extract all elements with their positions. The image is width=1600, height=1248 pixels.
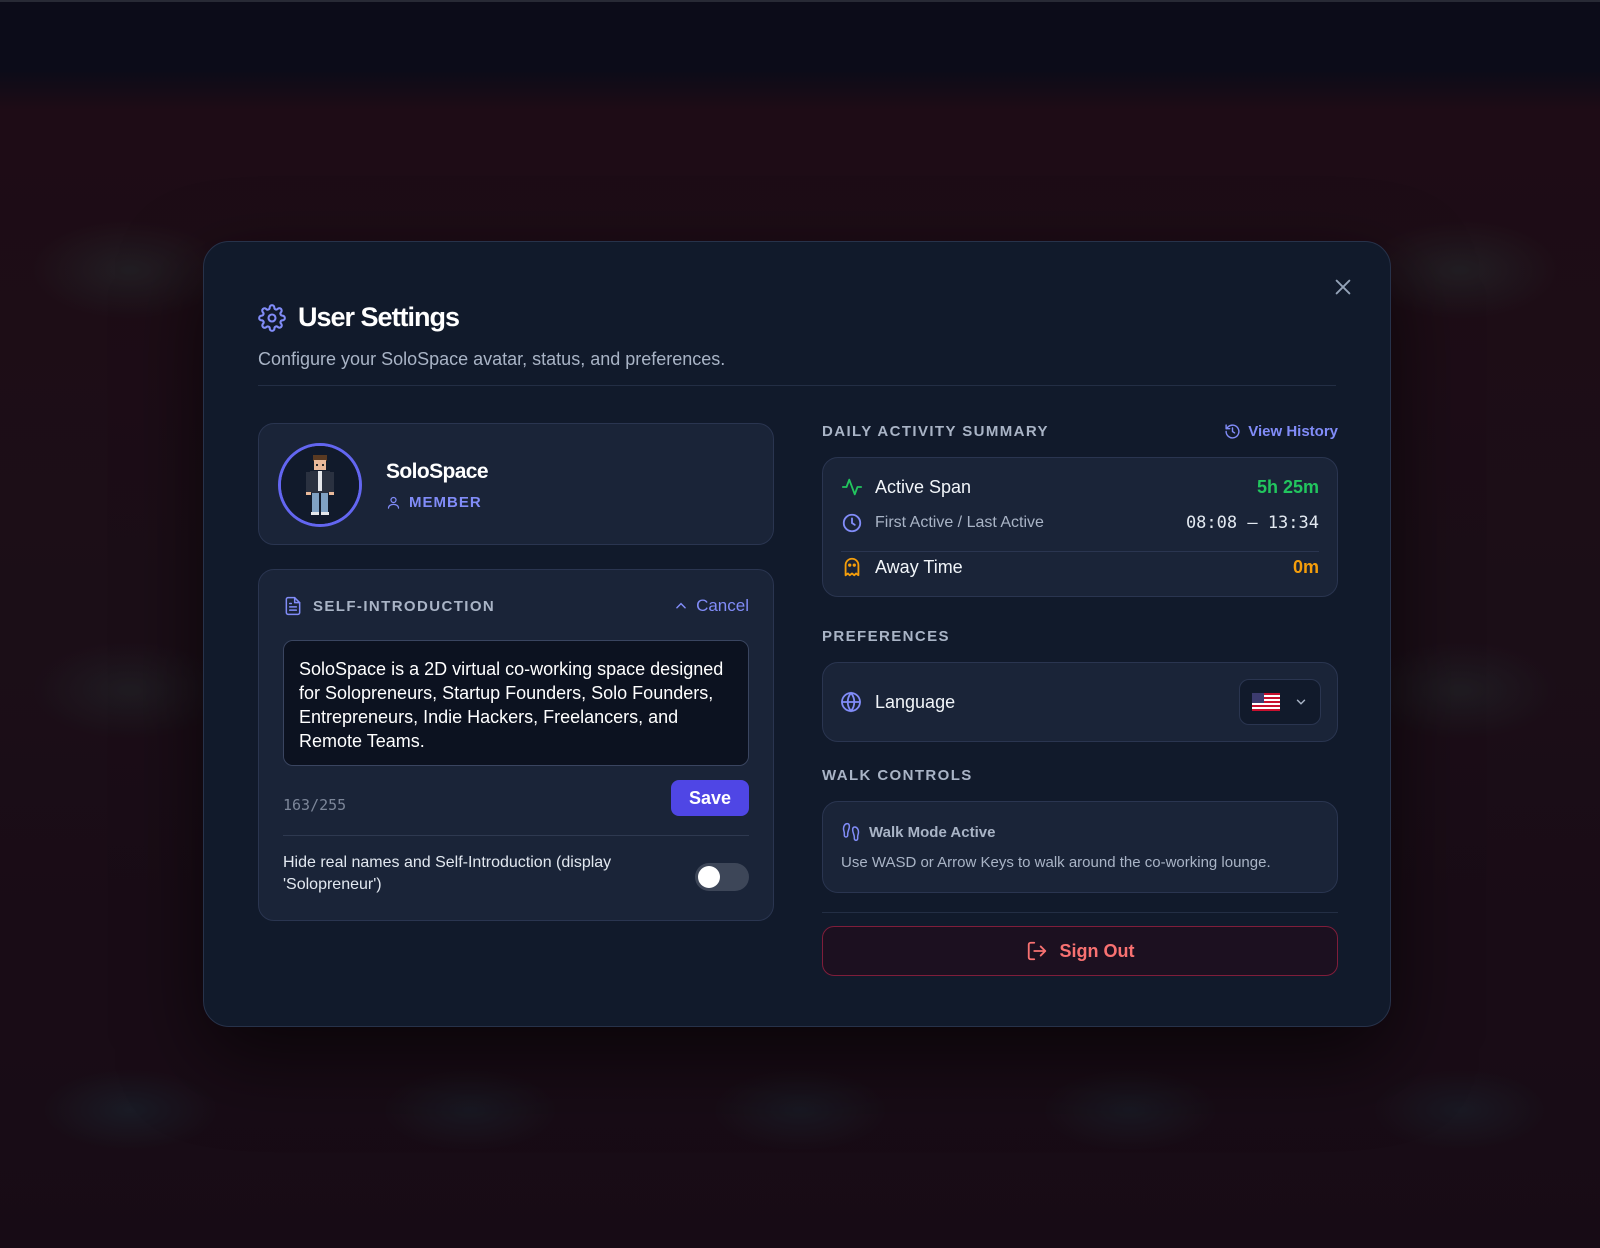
modal-header: User Settings Configure your SoloSpace a…	[258, 302, 1336, 370]
role-label: MEMBER	[409, 494, 482, 511]
self-introduction-card: SELF-INTRODUCTION Cancel 163/255 Save Hi…	[258, 569, 774, 921]
activity-pulse-icon	[841, 478, 863, 496]
close-button[interactable]	[1332, 276, 1354, 298]
walk-controls-label: WALK CONTROLS	[822, 767, 973, 784]
user-settings-modal: User Settings Configure your SoloSpace a…	[203, 241, 1391, 1027]
view-history-label: View History	[1248, 423, 1338, 440]
active-span-value: 5h 25m	[1256, 476, 1319, 497]
view-history-link[interactable]: View History	[1224, 423, 1338, 440]
preferences-card: Language	[822, 662, 1338, 742]
active-span-label: Active Span	[875, 476, 972, 497]
toggle-knob	[698, 866, 720, 888]
gear-icon	[258, 303, 286, 332]
cancel-label: Cancel	[696, 596, 749, 615]
self-introduction-label: SELF-INTRODUCTION	[313, 597, 496, 615]
walk-controls-card: Walk Mode Active Use WASD or Arrow Keys …	[822, 801, 1338, 893]
chevron-up-icon	[676, 602, 686, 609]
close-icon	[1335, 279, 1351, 295]
first-last-active-row: First Active / Last Active 08:08 – 13:34	[841, 512, 1319, 534]
self-introduction-textarea[interactable]	[283, 640, 749, 766]
cancel-button[interactable]: Cancel	[674, 596, 749, 616]
away-time-row: Away Time 0m	[841, 556, 1319, 578]
history-icon	[1225, 424, 1240, 439]
logout-icon	[1027, 941, 1046, 961]
document-icon	[285, 596, 301, 616]
walk-mode-description: Use WASD or Arrow Keys to walk around th…	[841, 854, 1271, 871]
hide-names-toggle[interactable]	[695, 863, 749, 891]
language-select[interactable]	[1239, 679, 1321, 725]
profile-name: SoloSpace	[386, 460, 489, 483]
modal-subtitle: Configure your SoloSpace avatar, status,…	[258, 349, 726, 369]
language-label: Language	[875, 691, 956, 712]
first-last-active-value: 08:08 – 13:34	[1185, 513, 1319, 533]
intro-divider	[283, 835, 749, 836]
chevron-down-icon	[1296, 699, 1306, 705]
us-flag-icon	[1252, 693, 1280, 711]
avatar-character-icon	[281, 446, 359, 524]
away-time-value: 0m	[1292, 556, 1319, 577]
sign-out-label: Sign Out	[1059, 940, 1135, 961]
profile-card: SoloSpace MEMBER	[258, 423, 774, 545]
ghost-icon	[844, 557, 860, 577]
hide-names-label: Hide real names and Self-Introduction (d…	[283, 854, 612, 893]
header-divider	[258, 385, 1336, 386]
modal-title: User Settings	[298, 302, 460, 332]
signout-divider	[822, 912, 1338, 913]
daily-summary-label: DAILY ACTIVITY SUMMARY	[822, 423, 1049, 440]
save-button[interactable]: Save	[671, 780, 749, 816]
away-time-label: Away Time	[875, 556, 963, 577]
walk-mode-title: Walk Mode Active	[869, 823, 996, 841]
avatar[interactable]	[278, 443, 362, 527]
first-last-active-label: First Active / Last Active	[875, 514, 1044, 531]
footprints-icon	[842, 822, 860, 842]
self-introduction-header: SELF-INTRODUCTION	[283, 596, 495, 616]
preferences-label: PREFERENCES	[822, 628, 950, 645]
summary-divider	[841, 551, 1319, 552]
globe-icon	[841, 691, 861, 713]
clock-icon	[842, 513, 862, 533]
user-icon	[387, 496, 400, 509]
active-span-row: Active Span 5h 25m	[841, 476, 1319, 498]
sign-out-button[interactable]: Sign Out	[822, 926, 1338, 976]
role-badge: MEMBER	[386, 494, 482, 511]
character-count: 163/255	[283, 796, 347, 814]
daily-summary-card: Active Span 5h 25m First Active / Last A…	[822, 457, 1338, 597]
